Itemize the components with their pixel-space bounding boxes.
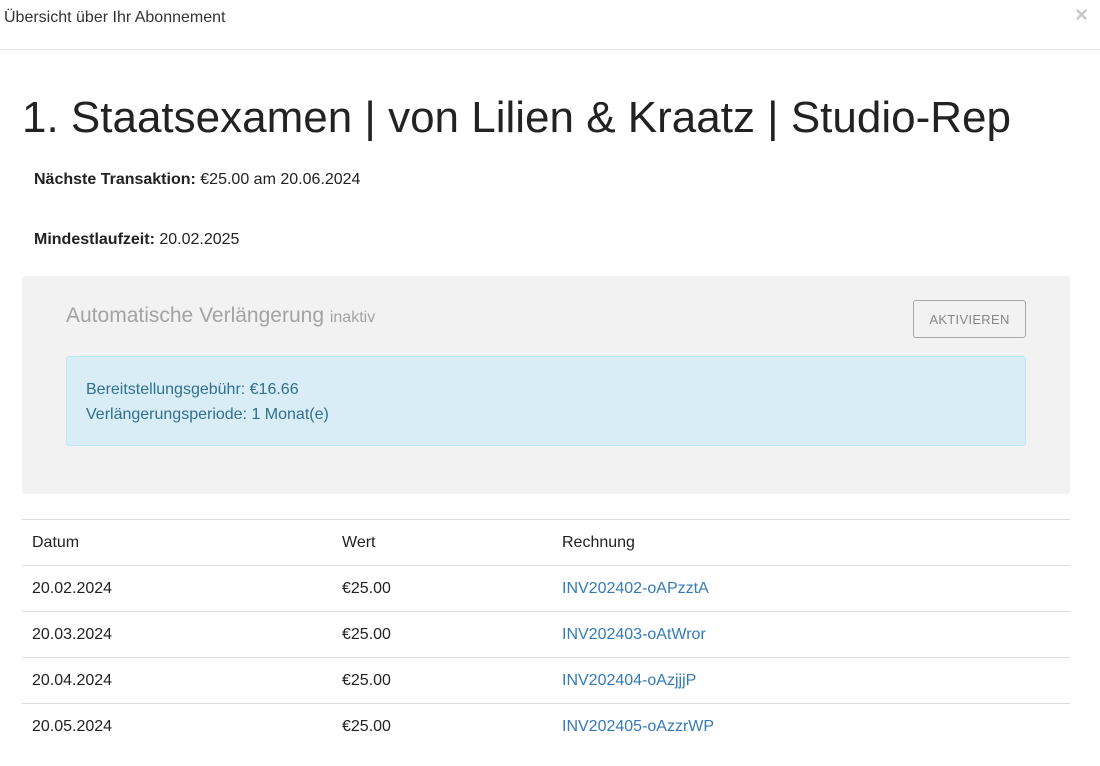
table-header-row: Datum Wert Rechnung bbox=[22, 519, 1070, 566]
invoice-link[interactable]: INV202403-oAtWror bbox=[562, 626, 706, 643]
row-value: €25.00 bbox=[332, 565, 552, 612]
row-invoice: INV202402-oAPzztA bbox=[552, 565, 1070, 612]
row-invoice: INV202404-oAzjjjP bbox=[552, 657, 1070, 704]
column-header-date: Datum bbox=[22, 519, 332, 566]
renewal-info-box: Bereitstellungsgebühr: €16.66 Verlängeru… bbox=[66, 356, 1026, 446]
activate-button[interactable]: AKTIVIEREN bbox=[913, 300, 1026, 338]
provision-fee: Bereitstellungsgebühr: €16.66 bbox=[86, 381, 299, 398]
table-row: 20.04.2024 €25.00 INV202404-oAzjjjP bbox=[22, 657, 1070, 704]
row-value: €25.00 bbox=[332, 611, 552, 658]
invoice-link[interactable]: INV202402-oAPzztA bbox=[562, 580, 709, 597]
invoice-link[interactable]: INV202405-oAzzrWP bbox=[562, 718, 714, 735]
row-value: €25.00 bbox=[332, 703, 552, 750]
close-icon[interactable]: × bbox=[1075, 4, 1088, 26]
subscription-name: 1. Staatsexamen | von Lilien & Kraatz | … bbox=[22, 93, 1011, 142]
row-date: 20.02.2024 bbox=[22, 565, 332, 612]
row-date: 20.05.2024 bbox=[22, 703, 332, 750]
table-row: 20.03.2024 €25.00 INV202403-oAtWror bbox=[22, 611, 1070, 658]
row-date: 20.04.2024 bbox=[22, 657, 332, 704]
row-invoice: INV202403-oAtWror bbox=[552, 611, 1070, 658]
next-transaction-label: Nächste Transaktion: bbox=[34, 171, 196, 188]
auto-renewal-heading: Automatische Verlängerung inaktiv bbox=[66, 303, 375, 331]
row-invoice: INV202405-oAzzrWP bbox=[552, 703, 1070, 750]
invoice-link[interactable]: INV202404-oAzjjjP bbox=[562, 672, 696, 689]
row-date: 20.03.2024 bbox=[22, 611, 332, 658]
minimum-term: Mindestlaufzeit: 20.02.2025 bbox=[34, 230, 239, 250]
row-value: €25.00 bbox=[332, 657, 552, 704]
column-header-invoice: Rechnung bbox=[552, 519, 1070, 566]
next-transaction-value: €25.00 am 20.06.2024 bbox=[200, 171, 361, 188]
column-header-value: Wert bbox=[332, 519, 552, 566]
auto-renewal-status: inaktiv bbox=[329, 309, 376, 326]
renewal-period: Verlängerungsperiode: 1 Monat(e) bbox=[86, 406, 329, 423]
next-transaction: Nächste Transaktion: €25.00 am 20.06.202… bbox=[34, 170, 360, 190]
minimum-term-label: Mindestlaufzeit: bbox=[34, 231, 155, 248]
auto-renewal-title: Automatische Verlängerung bbox=[66, 304, 324, 327]
modal-title: Übersicht über Ihr Abonnement bbox=[4, 9, 226, 26]
table-row: 20.05.2024 €25.00 INV202405-oAzzrWP bbox=[22, 703, 1070, 750]
auto-renewal-panel: Automatische Verlängerung inaktiv AKTIVI… bbox=[22, 276, 1070, 494]
transactions-table: Datum Wert Rechnung 20.02.2024 €25.00 IN… bbox=[22, 519, 1070, 750]
modal-header: Übersicht über Ihr Abonnement × bbox=[0, 0, 1100, 50]
subscription-modal: Übersicht über Ihr Abonnement × 1. Staat… bbox=[0, 0, 1100, 766]
minimum-term-value: 20.02.2025 bbox=[159, 231, 240, 248]
table-row: 20.02.2024 €25.00 INV202402-oAPzztA bbox=[22, 565, 1070, 612]
